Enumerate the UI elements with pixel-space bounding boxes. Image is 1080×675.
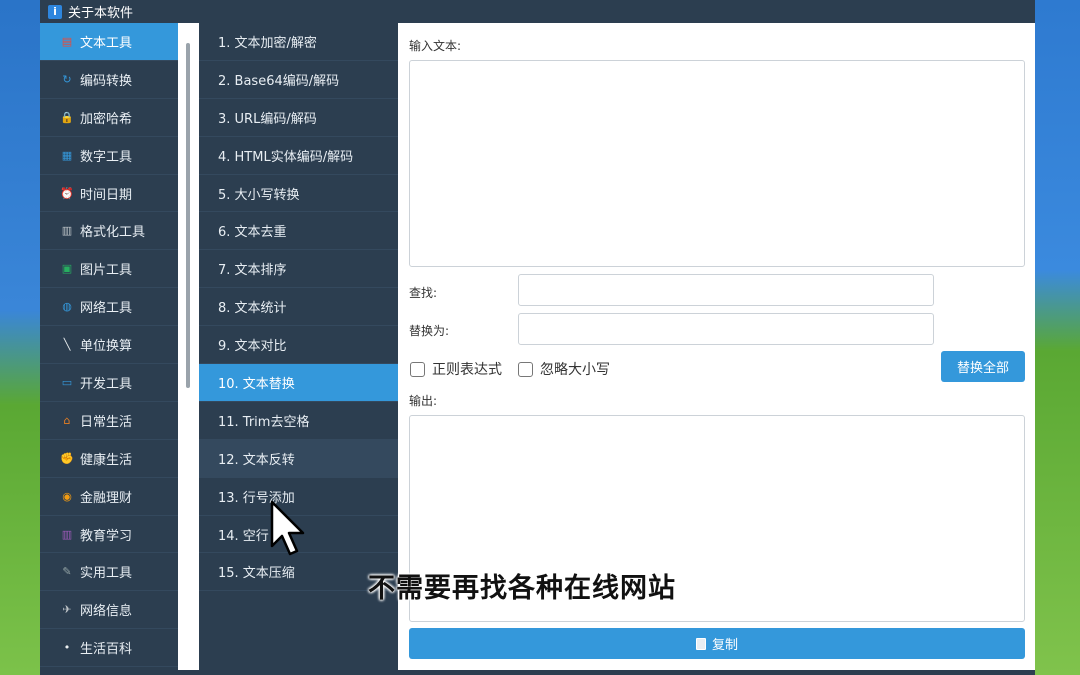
- category-label: 文本工具: [80, 35, 133, 51]
- tool-item[interactable]: 3. URL编码/解码: [199, 99, 398, 137]
- category-item[interactable]: ⏰ 时间日期: [40, 175, 178, 213]
- category-item[interactable]: ↻ 编码转换: [40, 61, 178, 99]
- satellite-icon: ✈: [62, 603, 72, 617]
- category-item[interactable]: ◉ 金融理财: [40, 478, 178, 516]
- lock-icon: 🔒: [60, 110, 74, 124]
- find-input[interactable]: [518, 274, 934, 306]
- tool-item[interactable]: 12. 文本反转: [199, 439, 398, 478]
- category-label: 教育学习: [80, 528, 133, 544]
- tool-item[interactable]: 4. HTML实体编码/解码: [199, 137, 398, 175]
- dot-icon: •: [63, 641, 71, 655]
- category-item[interactable]: ▥ 格式化工具: [40, 212, 178, 251]
- category-label: 实用工具: [80, 566, 133, 582]
- find-label: 查找:: [409, 286, 438, 300]
- category-item[interactable]: ▭ 开发工具: [40, 364, 178, 402]
- tool-item[interactable]: 6. 文本去重: [199, 212, 398, 251]
- refresh-icon: ↻: [62, 72, 72, 86]
- category-label: 编码转换: [80, 73, 133, 89]
- ignore-case-checkbox-label: 忽略大小写: [540, 362, 610, 378]
- title-bar: i 关于本软件: [40, 0, 1035, 23]
- category-label: 加密哈希: [80, 111, 133, 127]
- regex-checkbox[interactable]: 正则表达式: [410, 359, 502, 379]
- category-scrollbar[interactable]: [186, 43, 190, 388]
- mouse-pointer-icon: [270, 500, 305, 556]
- replace-label: 替换为:: [409, 324, 450, 338]
- alarm-clock-icon: ⏰: [60, 186, 74, 200]
- category-sidebar: ▤ 文本工具 ↻ 编码转换 🔒 加密哈希 ▦ 数字工具 ⏰ 时间日期 ▥ 格式化工具 ▣ 图片工具 ◍ 网络工…: [40, 23, 178, 670]
- category-label: 开发工具: [80, 376, 133, 392]
- tool-item[interactable]: 11. Trim去空格: [199, 402, 398, 440]
- category-label: 健康生活: [80, 452, 133, 468]
- money-bag-icon: ◉: [62, 489, 72, 503]
- video-subtitle: 不需要再找各种在线网站: [368, 573, 676, 604]
- category-label: 网络工具: [80, 301, 133, 317]
- category-item[interactable]: • 生活百科: [40, 629, 178, 668]
- replace-all-button[interactable]: 替换全部: [941, 351, 1025, 382]
- regex-checkbox-box[interactable]: [410, 361, 425, 377]
- about-software-label[interactable]: 关于本软件: [68, 2, 133, 21]
- desktop-background-right: [1035, 0, 1080, 675]
- category-item[interactable]: ✈ 网络信息: [40, 591, 178, 630]
- sidebar-gap: [178, 23, 199, 675]
- tools-icon: ✎: [62, 565, 72, 579]
- tool-item[interactable]: 7. 文本排序: [199, 250, 398, 289]
- clipboard-icon: ▥: [61, 224, 73, 238]
- category-item[interactable]: ▦ 数字工具: [40, 137, 178, 175]
- category-label: 生活百科: [80, 642, 133, 658]
- category-item[interactable]: ╲ 单位换算: [40, 326, 178, 365]
- tool-item[interactable]: 1. 文本加密/解密: [199, 23, 398, 61]
- tool-item[interactable]: 8. 文本统计: [199, 288, 398, 327]
- books-icon: ▥: [61, 527, 73, 541]
- category-label: 格式化工具: [80, 225, 146, 241]
- desktop-background-left: [0, 0, 40, 675]
- muscle-icon: ✊: [60, 451, 74, 465]
- ignore-case-checkbox[interactable]: 忽略大小写: [518, 359, 610, 379]
- globe-icon: ◍: [62, 300, 72, 314]
- category-label: 图片工具: [80, 263, 133, 279]
- category-label: 网络信息: [80, 604, 133, 620]
- clipboard-icon: [695, 637, 706, 650]
- category-item[interactable]: ◍ 网络工具: [40, 288, 178, 327]
- category-label: 金融理财: [80, 490, 133, 506]
- tool-item[interactable]: 2. Base64编码/解码: [199, 61, 398, 99]
- category-item[interactable]: ▣ 图片工具: [40, 250, 178, 289]
- calculator-icon: ▦: [61, 148, 73, 162]
- tool-item[interactable]: 5. 大小写转换: [199, 175, 398, 213]
- regex-checkbox-label: 正则表达式: [432, 362, 502, 378]
- ignore-case-checkbox-box[interactable]: [518, 361, 533, 377]
- category-item[interactable]: ✊ 健康生活: [40, 440, 178, 478]
- category-label: 单位换算: [80, 339, 133, 355]
- replace-input[interactable]: [518, 313, 934, 345]
- image-icon: ▣: [61, 262, 73, 276]
- category-item[interactable]: 🔒 加密哈希: [40, 99, 178, 137]
- window-bottom-edge: [40, 670, 1035, 675]
- category-item[interactable]: ▤ 文本工具: [40, 23, 178, 61]
- input-label: 输入文本:: [409, 39, 462, 53]
- category-item[interactable]: ✎ 实用工具: [40, 553, 178, 592]
- output-label: 输出:: [409, 394, 438, 408]
- copy-button[interactable]: 复制: [409, 628, 1025, 659]
- laptop-icon: ▭: [61, 375, 73, 389]
- tool-item[interactable]: 9. 文本对比: [199, 326, 398, 365]
- category-label: 数字工具: [80, 149, 133, 165]
- document-icon: ▤: [61, 34, 73, 48]
- category-label: 时间日期: [80, 187, 133, 203]
- ruler-icon: ╲: [63, 338, 71, 352]
- category-item[interactable]: ⌂ 日常生活: [40, 402, 178, 440]
- input-textarea[interactable]: [409, 60, 1025, 267]
- copy-button-label: 复制: [711, 638, 738, 653]
- tool-item[interactable]: 10. 文本替换: [199, 364, 398, 402]
- category-item[interactable]: ▥ 教育学习: [40, 516, 178, 554]
- info-icon[interactable]: i: [48, 4, 62, 19]
- category-label: 日常生活: [80, 414, 133, 430]
- home-icon: ⌂: [63, 413, 71, 427]
